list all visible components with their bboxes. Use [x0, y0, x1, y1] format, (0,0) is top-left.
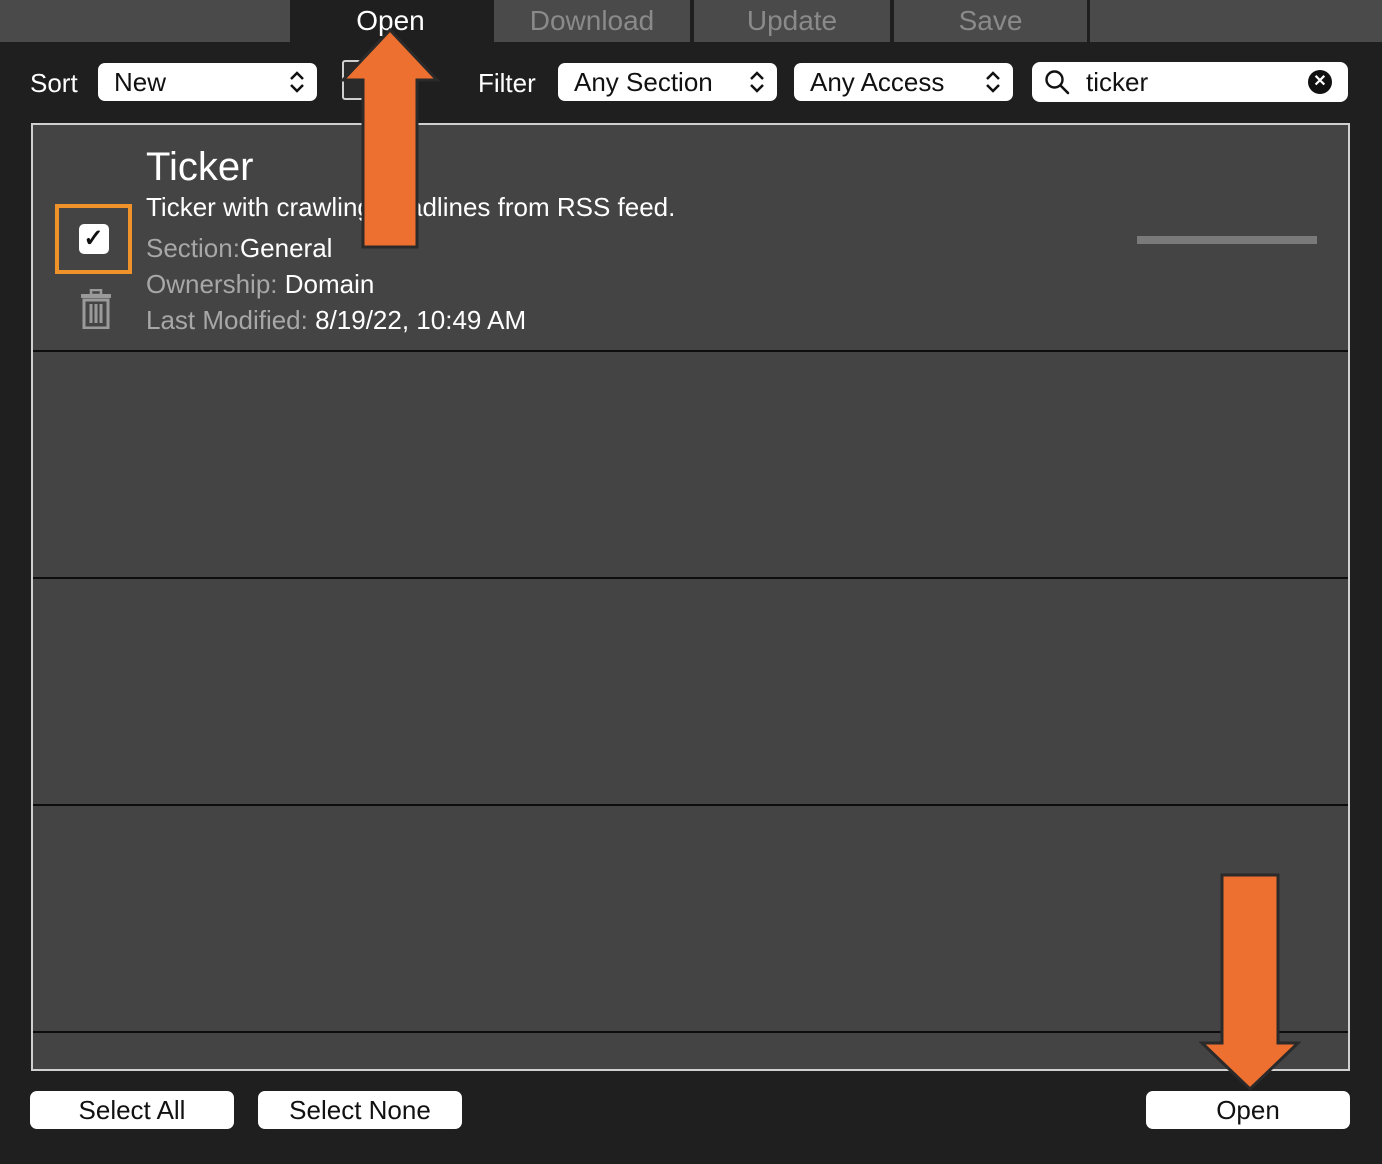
- empty-row: [33, 806, 1348, 1033]
- sort-select-value: New: [114, 66, 167, 97]
- access-filter-select[interactable]: Any Access: [794, 63, 1013, 101]
- item-select-checkbox[interactable]: ✓: [78, 224, 109, 254]
- tab-bar-filler-left: [0, 0, 290, 42]
- trash-icon[interactable]: [79, 289, 113, 329]
- item-select-highlight: ✓: [55, 204, 132, 274]
- filter-label: Filter: [478, 68, 536, 98]
- select-all-button[interactable]: Select All: [30, 1091, 234, 1129]
- tab-save[interactable]: Save: [894, 0, 1087, 42]
- tab-update[interactable]: Update: [694, 0, 890, 42]
- tab-bar-filler-right: [1090, 0, 1382, 42]
- item-section: Section:General: [146, 233, 332, 264]
- search-text: ticker: [1086, 67, 1149, 97]
- tab-bar: Open Download Update Save: [0, 0, 1382, 42]
- empty-row: [33, 352, 1348, 579]
- sort-select[interactable]: New: [98, 63, 317, 101]
- arrow-down-annotation: [1199, 873, 1301, 1091]
- modified-value: 8/19/22, 10:49 AM: [315, 305, 527, 335]
- search-icon: [1045, 70, 1070, 95]
- ownership-value: Domain: [284, 269, 375, 299]
- updown-chevron-icon: [290, 71, 304, 93]
- item-ownership: Ownership: Domain: [146, 269, 374, 300]
- tab-download[interactable]: Download: [494, 0, 690, 42]
- select-none-button[interactable]: Select None: [258, 1091, 462, 1129]
- access-filter-value: Any Access: [810, 66, 945, 97]
- updown-chevron-icon: [986, 71, 1000, 93]
- section-filter-select[interactable]: Any Section: [558, 63, 777, 101]
- item-thumbnail: [1137, 236, 1317, 244]
- item-title: Ticker: [146, 145, 254, 189]
- empty-row: [33, 579, 1348, 806]
- sort-label: Sort: [30, 68, 78, 98]
- item-modified: Last Modified: 8/19/22, 10:49 AM: [146, 305, 526, 336]
- open-button[interactable]: Open: [1146, 1091, 1350, 1129]
- results-list: ✓ Ticker Ticker with crawling headlines …: [31, 123, 1350, 1071]
- clear-search-icon[interactable]: ✕: [1308, 70, 1332, 94]
- updown-chevron-icon: [750, 71, 764, 93]
- arrow-up-annotation: [340, 28, 440, 249]
- ownership-key: Ownership:: [146, 269, 278, 299]
- section-key: Section:: [146, 233, 240, 263]
- list-item[interactable]: ✓ Ticker Ticker with crawling headlines …: [33, 125, 1348, 352]
- search-input[interactable]: ticker ✕: [1032, 62, 1348, 102]
- section-value: General: [239, 233, 333, 263]
- modified-key: Last Modified:: [146, 305, 308, 335]
- section-filter-value: Any Section: [574, 66, 713, 97]
